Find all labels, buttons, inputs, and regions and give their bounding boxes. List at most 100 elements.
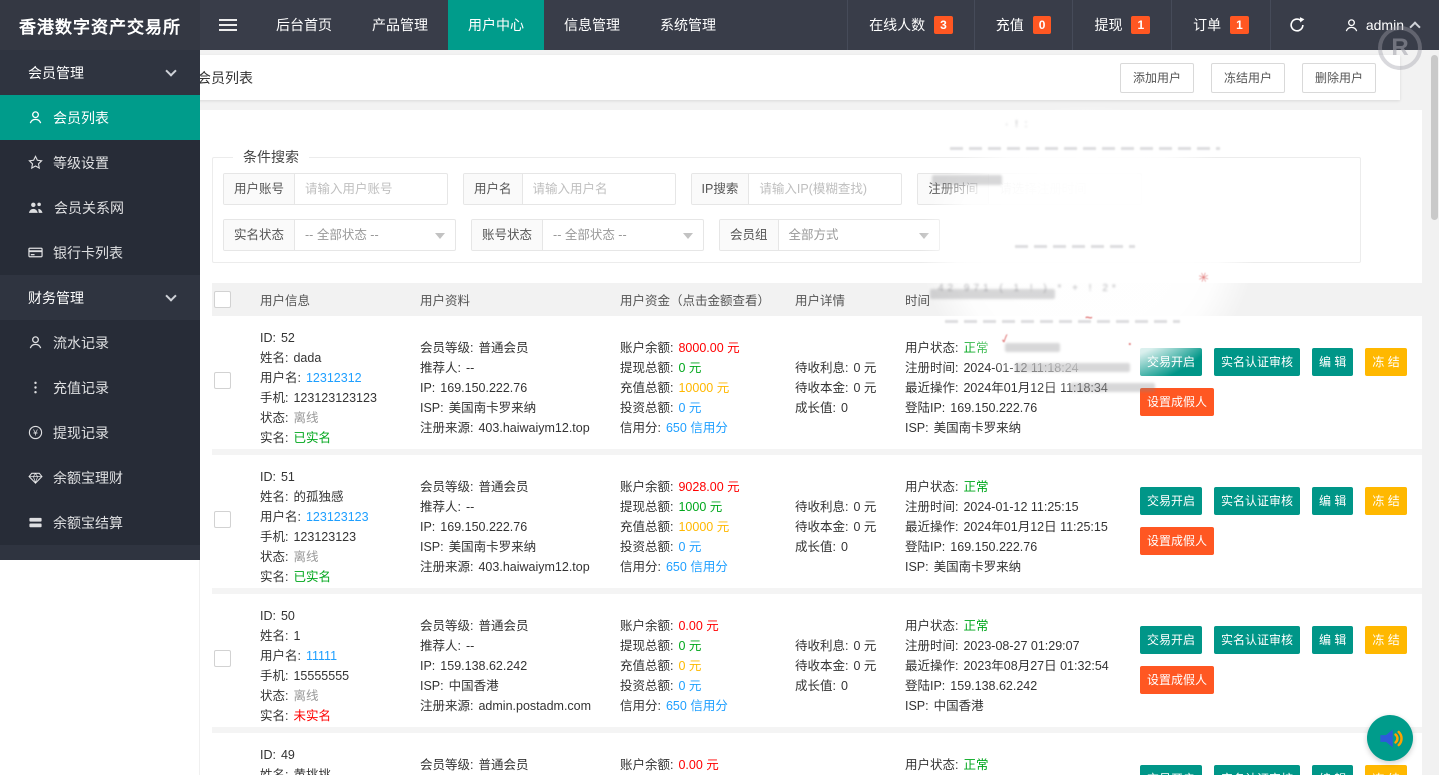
set-fake-button[interactable]: 设置成假人 bbox=[1140, 527, 1214, 555]
account-search-input[interactable] bbox=[295, 174, 447, 204]
top-menu-item-2[interactable]: 用户中心 bbox=[448, 0, 544, 50]
field-label: ISP: bbox=[905, 421, 929, 435]
search-field-group: IP搜索 bbox=[691, 173, 903, 205]
field-value[interactable]: 123123123 bbox=[306, 510, 369, 524]
scrollbar-thumb[interactable] bbox=[1431, 55, 1438, 220]
page-actions: 添加用户冻结用户删除用户 bbox=[1120, 63, 1376, 93]
user-info-cell: ID:51姓名:的孤独感用户名:123123123手机:123123123状态:… bbox=[260, 467, 420, 588]
top-menu-item-3[interactable]: 信息管理 bbox=[544, 0, 640, 50]
select-all-checkbox[interactable] bbox=[214, 291, 231, 308]
realname-audit-button[interactable]: 实名认证审核 bbox=[1214, 626, 1300, 654]
set-fake-button[interactable]: 设置成假人 bbox=[1140, 388, 1214, 416]
chevron-down-icon bbox=[165, 290, 176, 301]
field-label: 投资总额: bbox=[620, 401, 673, 415]
user-profile-cell: 会员等级:普通会员推荐人:--IP:159.138.62.242ISP:中国香港… bbox=[420, 606, 620, 727]
top-stat-0[interactable]: 在线人数3 bbox=[847, 0, 974, 50]
freeze-button[interactable]: 冻 结 bbox=[1365, 348, 1406, 376]
field-value[interactable]: 0.00 元 bbox=[678, 619, 718, 633]
field-value[interactable]: 650 信用分 bbox=[666, 421, 728, 435]
field-value[interactable]: 0.00 元 bbox=[678, 758, 718, 772]
sidebar-group-0[interactable]: 会员管理 bbox=[0, 50, 200, 95]
freeze-button[interactable]: 冻 结 bbox=[1365, 626, 1406, 654]
add-user-button[interactable]: 添加用户 bbox=[1120, 63, 1194, 93]
realname-audit-button[interactable]: 实名认证审核 bbox=[1214, 348, 1300, 376]
top-menu-item-1[interactable]: 产品管理 bbox=[352, 0, 448, 50]
freeze-user-button[interactable]: 冻结用户 bbox=[1211, 63, 1285, 93]
field-value[interactable]: 0 元 bbox=[678, 659, 701, 673]
row-checkbox[interactable] bbox=[214, 372, 231, 389]
field-value[interactable]: 0 元 bbox=[678, 401, 701, 415]
field-value[interactable]: 9028.00 元 bbox=[678, 480, 739, 494]
top-menu-item-0[interactable]: 后台首页 bbox=[256, 0, 352, 50]
field-value[interactable]: 10000 元 bbox=[678, 381, 729, 395]
field-value[interactable]: 1000 元 bbox=[678, 500, 722, 514]
field-value: 离线 bbox=[293, 411, 318, 425]
trade-toggle-button[interactable]: 交易开启 bbox=[1140, 487, 1202, 515]
field-value[interactable]: 650 信用分 bbox=[666, 699, 728, 713]
register-time-input[interactable] bbox=[989, 174, 1141, 204]
sidebar-item-g1-4[interactable]: 余额宝结算 bbox=[0, 500, 200, 545]
sidebar-item-g0-3[interactable]: 银行卡列表 bbox=[0, 230, 200, 275]
refresh-button[interactable] bbox=[1270, 0, 1324, 50]
field-value[interactable]: 0 元 bbox=[678, 540, 701, 554]
field-label: 状态: bbox=[260, 411, 288, 425]
user-info-cell: ID:52姓名:dada用户名:12312312手机:123123123123状… bbox=[260, 328, 420, 449]
sidebar-group-1[interactable]: 财务管理 bbox=[0, 275, 200, 320]
field-label: 手机: bbox=[260, 669, 288, 683]
account-status-select[interactable]: -- 全部状态 -- bbox=[543, 220, 703, 250]
top-menu-item-4[interactable]: 系统管理 bbox=[640, 0, 736, 50]
edit-button[interactable]: 编 辑 bbox=[1312, 487, 1353, 515]
freeze-button[interactable]: 冻 结 bbox=[1365, 487, 1406, 515]
sidebar-item-g1-1[interactable]: 充值记录 bbox=[0, 365, 200, 410]
trade-toggle-button[interactable]: 交易开启 bbox=[1140, 765, 1202, 775]
edit-button[interactable]: 编 辑 bbox=[1312, 765, 1353, 775]
scrollbar-track[interactable] bbox=[1430, 50, 1439, 775]
sidebar-item-g0-0[interactable]: 会员列表 bbox=[0, 95, 200, 140]
user-profile-cell: 会员等级:普通会员推荐人:IP:ISP:注册来源: bbox=[420, 745, 620, 775]
trade-toggle-button[interactable]: 交易开启 bbox=[1140, 626, 1202, 654]
hamburger-icon bbox=[219, 24, 237, 26]
delete-user-button[interactable]: 删除用户 bbox=[1302, 63, 1376, 93]
field-value[interactable]: 11111 bbox=[306, 649, 337, 663]
field-value: 未实名 bbox=[293, 709, 331, 723]
sidebar-item-label: 充值记录 bbox=[53, 378, 109, 398]
sidebar-item-g1-0[interactable]: 流水记录 bbox=[0, 320, 200, 365]
row-checkbox[interactable] bbox=[214, 650, 231, 667]
field-value[interactable]: 12312312 bbox=[306, 371, 362, 385]
announcement-float-button[interactable] bbox=[1367, 715, 1413, 761]
menu-toggle-button[interactable] bbox=[200, 0, 256, 50]
member-group-select[interactable]: 全部方式 bbox=[779, 220, 939, 250]
realname-audit-button[interactable]: 实名认证审核 bbox=[1214, 487, 1300, 515]
field-label: 提现总额: bbox=[620, 500, 673, 514]
set-fake-button[interactable]: 设置成假人 bbox=[1140, 666, 1214, 694]
sidebar-item-g1-2[interactable]: ¥提现记录 bbox=[0, 410, 200, 455]
realname-status-select[interactable]: -- 全部状态 -- bbox=[295, 220, 455, 250]
edit-button[interactable]: 编 辑 bbox=[1312, 626, 1353, 654]
field-label: 投资总额: bbox=[620, 540, 673, 554]
sidebar-item-g0-1[interactable]: 等级设置 bbox=[0, 140, 200, 185]
ip-search-input[interactable] bbox=[749, 174, 901, 204]
top-stat-2[interactable]: 提现1 bbox=[1072, 0, 1171, 50]
field-value[interactable]: 0 元 bbox=[678, 639, 701, 653]
field-value: -- bbox=[466, 361, 474, 375]
field-value[interactable]: 0 元 bbox=[678, 679, 701, 693]
username-search-input[interactable] bbox=[523, 174, 675, 204]
top-stat-3[interactable]: 订单1 bbox=[1171, 0, 1270, 50]
sidebar-item-g1-3[interactable]: 余额宝理财 bbox=[0, 455, 200, 500]
row-checkbox[interactable] bbox=[214, 511, 231, 528]
edit-button[interactable]: 编 辑 bbox=[1312, 348, 1353, 376]
field-value[interactable]: 10000 元 bbox=[678, 520, 729, 534]
top-stat-1[interactable]: 充值0 bbox=[974, 0, 1073, 50]
field-value[interactable]: 0 元 bbox=[678, 361, 701, 375]
field-label: 注册时间: bbox=[905, 361, 958, 375]
freeze-button[interactable]: 冻 结 bbox=[1365, 765, 1406, 775]
field-label: 最近操作: bbox=[905, 520, 958, 534]
trade-toggle-button[interactable]: 交易开启 bbox=[1140, 348, 1202, 376]
realname-audit-button[interactable]: 实名认证审核 bbox=[1214, 765, 1300, 775]
field-value: 正常 bbox=[963, 758, 988, 772]
sidebar-item-g0-2[interactable]: 会员关系网 bbox=[0, 185, 200, 230]
field-label: ID: bbox=[260, 748, 276, 762]
field-value[interactable]: 8000.00 元 bbox=[678, 341, 739, 355]
field-value[interactable]: 650 信用分 bbox=[666, 560, 728, 574]
field-label: 用户名: bbox=[260, 371, 301, 385]
